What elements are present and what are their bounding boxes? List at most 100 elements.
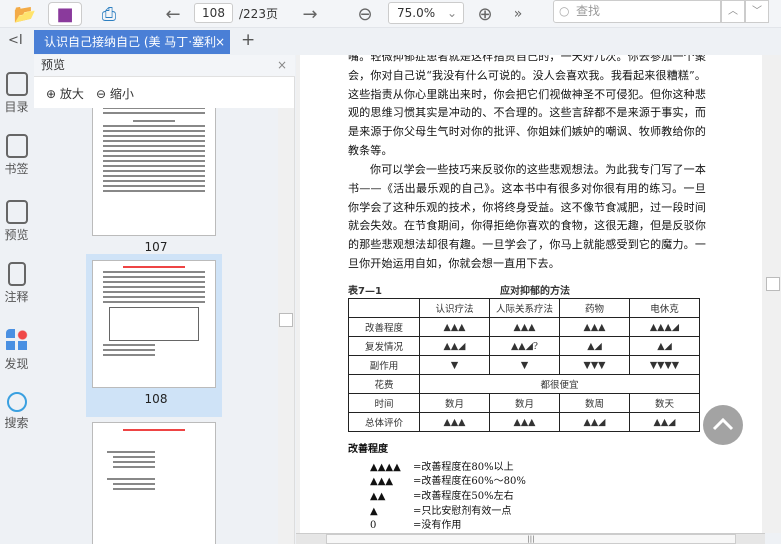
page-number-input[interactable]: 108: [194, 3, 233, 23]
legend-symbol: ▲▲: [370, 491, 386, 502]
legend-row: ▲▲▲ =改善程度在60%～80%: [370, 476, 526, 488]
preview-icon: [5, 200, 28, 224]
zoom-out-icon[interactable]: ⊖: [352, 2, 378, 26]
table-cell: ▲▲▲: [489, 317, 560, 337]
rail-label: 搜索: [4, 416, 29, 430]
print-icon[interactable]: ⎙: [96, 2, 122, 26]
table-cell: [348, 298, 420, 318]
rail-bookmark[interactable]: 书签: [0, 134, 33, 177]
table-cell: ▲▲▲: [559, 317, 630, 337]
search-prev-button[interactable]: ︿: [721, 0, 745, 23]
table-cell: ▼▼▼▼: [629, 355, 700, 375]
collapse-panel-button[interactable]: <I: [8, 33, 23, 48]
thumbnail-page-107[interactable]: [92, 108, 216, 236]
table-cell: 电休克: [629, 298, 700, 318]
next-page-icon[interactable]: →: [297, 2, 323, 26]
rail-search[interactable]: 搜索: [0, 392, 33, 431]
table-cell: 花费: [348, 374, 420, 394]
scrollbar-thumb[interactable]: [766, 277, 780, 291]
tab-close-icon[interactable]: ×: [215, 30, 225, 54]
legend-symbol: ▲▲▲: [370, 476, 394, 487]
legend-text: =只比安慰剂有效一点: [413, 506, 512, 517]
rail-label: 预览: [4, 228, 29, 242]
table-cell: ▲◢: [629, 336, 700, 356]
scrollbar-thumb[interactable]: |||: [326, 534, 736, 544]
table-row: 复发情况 ▲▲◢ ▲▲◢? ▲◢ ▲◢: [348, 336, 700, 356]
table-row: 时间 数月 数月 数周 数天: [348, 393, 700, 413]
tab-document[interactable]: 认识自己接纳自己 (美 马丁·塞利格曼) ×: [34, 30, 230, 54]
table-cell: ▲▲◢: [559, 412, 630, 432]
table-row: 花费 都很便宜: [348, 374, 700, 394]
toc-icon: [5, 72, 28, 96]
preview-close-icon[interactable]: ×: [277, 55, 287, 76]
zoom-in-icon: ⊕: [46, 87, 57, 101]
preview-panel: 预览 × ⊕ 放大 ⊖ 缩小 107 108: [34, 55, 295, 544]
rail-preview[interactable]: 预览: [0, 200, 33, 243]
table-cell: ▲▲◢: [419, 336, 490, 356]
legend-text: =没有作用: [413, 520, 462, 531]
legend-text: =改善程度在50%左右: [413, 491, 514, 502]
search-next-button[interactable]: ﹀: [745, 0, 769, 23]
table-cell: ▲▲◢: [629, 412, 700, 432]
paragraph: 嘴。轻微抑郁症患者就是这样指责自己的，一天好几次。你去参加一个聚会，你对自己说“…: [348, 55, 706, 157]
legend-symbol: 0: [370, 520, 377, 531]
zoom-in-icon[interactable]: ⊕: [473, 2, 497, 26]
tab-title: 认识自己接纳自己 (美 马丁·塞利格曼): [44, 35, 216, 49]
legend-symbol: ▲▲▲▲: [370, 462, 401, 473]
chevron-down-icon: ⌄: [446, 6, 457, 20]
thumbnail-page-109[interactable]: [92, 422, 216, 544]
table-cell: ▲▲▲: [419, 412, 490, 432]
scrollbar-thumb[interactable]: [279, 313, 293, 327]
bookmark-icon: [5, 134, 28, 158]
save-icon[interactable]: ■: [48, 2, 82, 26]
table-cell: 复发情况: [348, 336, 420, 356]
preview-title: 预览: [41, 58, 66, 72]
prev-page-icon[interactable]: ←: [160, 2, 186, 26]
rail-label: 注释: [4, 290, 29, 304]
table-cell: 数天: [629, 393, 700, 413]
rail-toc[interactable]: 目录: [0, 72, 33, 115]
new-tab-button[interactable]: +: [241, 30, 255, 50]
open-folder-icon[interactable]: 📂: [12, 2, 38, 26]
table-cell: ▲▲▲: [419, 317, 490, 337]
table-title: 应对抑郁的方法: [500, 286, 570, 297]
table-cell: 时间: [348, 393, 420, 413]
zoom-out-label: 缩小: [109, 87, 134, 101]
search-icon: ○: [559, 4, 570, 18]
thumbnail-list: 107 108: [34, 108, 278, 544]
scroll-to-top-button[interactable]: [703, 405, 743, 445]
discover-icon: [5, 329, 28, 353]
preview-zoom-out-button[interactable]: ⊖ 缩小: [96, 85, 134, 102]
table-cell: ▼: [489, 355, 560, 375]
table-cell: 认识疗法: [419, 298, 490, 318]
table-cell: 都很便宜: [419, 374, 700, 394]
preview-zoom-in-button[interactable]: ⊕ 放大: [46, 85, 84, 102]
page-total: /223页: [239, 7, 278, 21]
zoom-value: 75.0%: [397, 6, 436, 20]
search-input[interactable]: ○ 查找: [553, 0, 721, 23]
search-placeholder: 查找: [576, 4, 601, 18]
zoom-select[interactable]: 75.0% ⌄: [388, 2, 464, 24]
table-cell: 数月: [489, 393, 560, 413]
table-cell: 数月: [419, 393, 490, 413]
rail-label: 发现: [4, 357, 29, 371]
table-cell: 总体评价: [348, 412, 420, 432]
chevron-up-icon: [712, 417, 734, 431]
rail-discover[interactable]: 发现: [0, 329, 33, 372]
table-cell: ▲▲▲: [489, 412, 560, 432]
document-page: 嘴。轻微抑郁症患者就是这样指责自己的，一天好几次。你去参加一个聚会，你对自己说“…: [300, 55, 762, 533]
thumbnail-page-108[interactable]: [92, 260, 216, 388]
legend-title: 改善程度: [348, 444, 388, 455]
table-cell: 药物: [559, 298, 630, 318]
rail-label: 书签: [4, 162, 29, 176]
legend-row: 0 =没有作用: [370, 520, 461, 532]
more-icon[interactable]: »: [508, 2, 528, 26]
table-cell: 数周: [559, 393, 630, 413]
preview-scrollbar[interactable]: [278, 108, 294, 544]
document-vertical-scrollbar[interactable]: [765, 55, 781, 533]
legend-row: ▲ =只比安慰剂有效一点: [370, 506, 511, 518]
table-cell: 人际关系疗法: [489, 298, 560, 318]
toolbar: 📂 ■ ⎙ ← 108 /223页 → ⊖ 75.0% ⌄ ⊕ » ○ 查找 ︿ ﹀: [0, 0, 781, 28]
rail-annotation[interactable]: 注释: [0, 262, 33, 305]
document-horizontal-scrollbar[interactable]: |||: [296, 533, 765, 544]
